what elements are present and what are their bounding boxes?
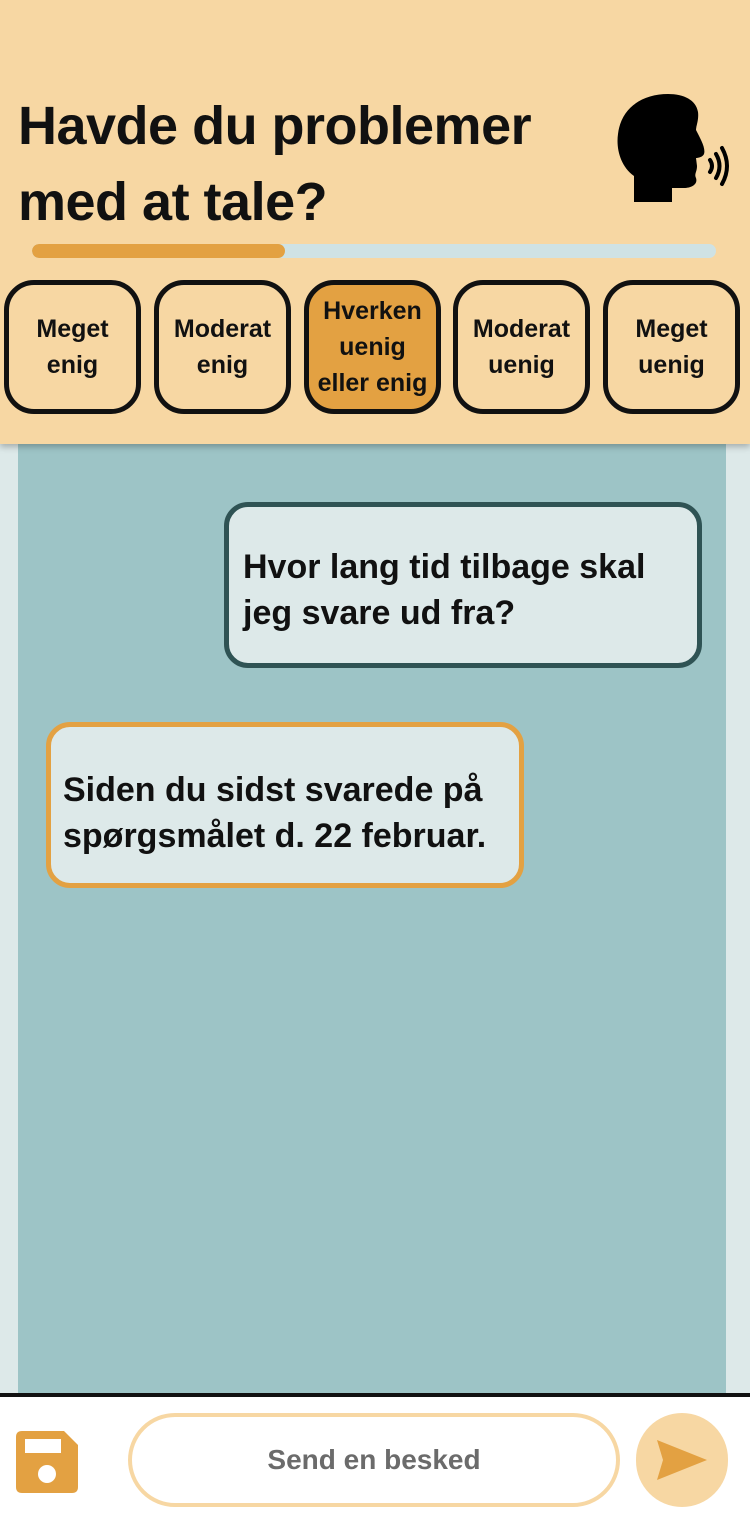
option-label: Hverken uenig eller enig	[317, 297, 428, 397]
speaking-head-icon	[617, 94, 729, 202]
send-arrow-icon	[657, 1440, 707, 1480]
question-header: Havde du problemer med at tale? Meget en…	[0, 0, 750, 444]
send-button[interactable]	[636, 1413, 728, 1507]
save-button[interactable]	[16, 1431, 78, 1493]
bot-message-bubble: Siden du sidst svarede på spørgsmålet d.…	[46, 722, 524, 888]
message-composer	[0, 1393, 750, 1518]
option-label: Meget enig	[36, 315, 109, 379]
answer-options: Meget enig Moderat enig Hverken uenig el…	[4, 280, 746, 420]
option-label: Meget uenig	[635, 315, 708, 379]
message-input[interactable]	[128, 1413, 620, 1507]
option-moderat-enig[interactable]: Moderat enig	[154, 280, 291, 414]
progress-bar	[32, 244, 716, 258]
progress-fill	[32, 244, 286, 258]
question-title: Havde du problemer med at tale?	[18, 96, 532, 232]
option-meget-uenig[interactable]: Meget uenig	[603, 280, 740, 414]
user-message-bubble: Hvor lang tid tilbage skal jeg svare ud …	[224, 502, 702, 668]
option-label: Moderat uenig	[472, 315, 571, 379]
option-meget-enig[interactable]: Meget enig	[4, 280, 141, 414]
option-moderat-uenig[interactable]: Moderat uenig	[453, 280, 590, 414]
chat-area[interactable]: Hvor lang tid tilbage skal jeg svare ud …	[18, 444, 726, 1394]
option-hverken-uenig-eller-enig[interactable]: Hverken uenig eller enig	[304, 280, 441, 414]
floppy-disk-icon	[16, 1431, 78, 1493]
option-label: Moderat enig	[173, 315, 272, 379]
